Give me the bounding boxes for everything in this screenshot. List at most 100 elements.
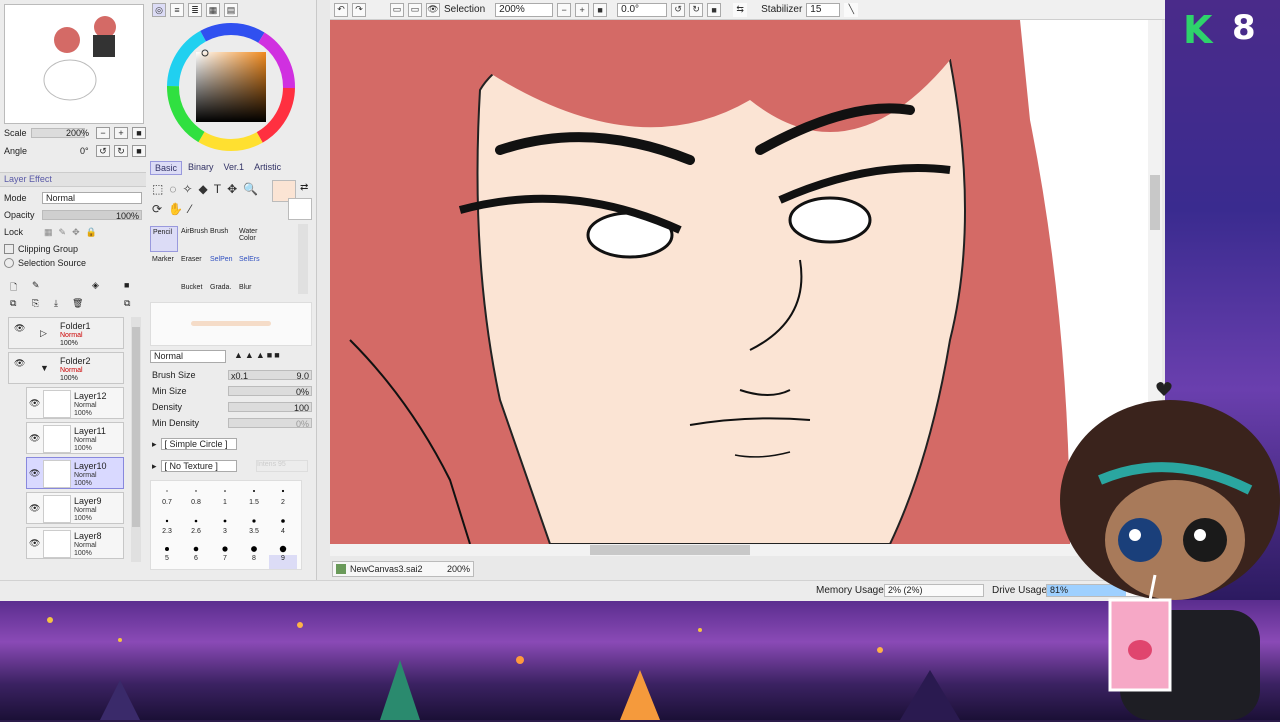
- new-folder-icon[interactable]: ⧉: [10, 298, 16, 309]
- palette-mode-icon[interactable]: ▦: [206, 3, 220, 17]
- text-tool-icon[interactable]: T: [214, 182, 221, 196]
- zoom-select[interactable]: 200%: [495, 2, 554, 17]
- visibility-eye-icon[interactable]: 👁: [29, 398, 40, 409]
- density-slider[interactable]: 100: [228, 402, 312, 413]
- magic-wand-icon[interactable]: ✧: [182, 182, 192, 196]
- tab-basic[interactable]: Basic: [150, 161, 183, 175]
- selection-source-radio[interactable]: [4, 258, 14, 268]
- tool-selpen[interactable]: SelPen: [208, 254, 236, 280]
- canvas-horizontal-scrollbar[interactable]: [330, 544, 1152, 556]
- brush-shape-icon[interactable]: ▲: [234, 350, 243, 360]
- bucket-select-icon[interactable]: ◆: [199, 182, 208, 196]
- eyedropper-icon[interactable]: ⁄: [189, 202, 191, 216]
- tool-airbrush[interactable]: AirBrush: [179, 226, 208, 252]
- visibility-eye-icon[interactable]: 👁: [14, 323, 25, 334]
- rotate-cw-button[interactable]: ↻: [689, 2, 704, 17]
- lock-move-icon[interactable]: ✥: [72, 227, 80, 238]
- delete-layer-icon[interactable]: 🗑: [72, 298, 83, 309]
- zoom-out-button[interactable]: −: [96, 127, 110, 139]
- folder-collapsed-arrow-icon[interactable]: ▷: [40, 328, 47, 339]
- layer-item[interactable]: 👁 Layer12 Normal 100%: [26, 387, 124, 419]
- drawing-canvas[interactable]: [330, 20, 1152, 544]
- layer-item[interactable]: 👁 Layer8 Normal 100%: [26, 527, 124, 559]
- tool-selers[interactable]: SelErs: [237, 254, 265, 280]
- texture-strength[interactable]: Intens 95: [256, 460, 308, 472]
- copy-layer-icon[interactable]: ⎘: [32, 298, 39, 309]
- document-tab[interactable]: NewCanvas3.sai2 200%: [332, 561, 474, 577]
- rotate-left-button[interactable]: ↺: [96, 145, 110, 157]
- redo-button[interactable]: ↷: [352, 2, 366, 17]
- lasso-select-icon[interactable]: ◌: [169, 182, 176, 196]
- stabilizer-select[interactable]: 15: [806, 2, 841, 17]
- folder-expanded-arrow-icon[interactable]: ▼: [40, 363, 49, 373]
- brush-shape-icon[interactable]: ■: [274, 350, 279, 360]
- layer-options-icon[interactable]: ⧉: [124, 298, 130, 309]
- tools-scrollbar[interactable]: [298, 224, 308, 294]
- color-wheel[interactable]: [164, 20, 298, 154]
- flip-horizontal-icon[interactable]: ⇆: [733, 2, 748, 17]
- straight-line-icon[interactable]: ╲: [844, 2, 859, 17]
- new-layer-icon[interactable]: 🗋: [10, 280, 17, 296]
- swap-colors-icon[interactable]: ⇄: [300, 182, 308, 193]
- rotation-select[interactable]: 0.0°: [617, 2, 668, 17]
- layer-item[interactable]: 👁 Layer11 Normal 100%: [26, 422, 124, 454]
- layer-item[interactable]: 👁 Layer9 Normal 100%: [26, 492, 124, 524]
- rotate-ccw-button[interactable]: ↺: [671, 2, 686, 17]
- visibility-eye-icon[interactable]: 👁: [29, 538, 40, 549]
- secondary-color-swatch[interactable]: [288, 198, 312, 220]
- lock-paint-icon[interactable]: ✎: [59, 227, 67, 238]
- tab-ver1[interactable]: Ver.1: [220, 161, 249, 175]
- undo-button[interactable]: ↶: [334, 2, 348, 17]
- zoom-reset-button[interactable]: ■: [132, 127, 146, 139]
- hand-tool-icon[interactable]: ✋: [168, 202, 183, 216]
- layers-scrollbar[interactable]: [131, 317, 141, 562]
- tool-brush[interactable]: Brush: [208, 226, 236, 252]
- layer-settings-icon[interactable]: ■: [124, 280, 129, 290]
- layer-folder[interactable]: 👁 ▼ Folder2 Normal 100%: [8, 352, 124, 384]
- layer-mask-icon[interactable]: ◈: [92, 280, 99, 291]
- rotate-tool-icon[interactable]: ⟳: [152, 202, 162, 216]
- brush-shape-icon[interactable]: ■: [267, 350, 272, 360]
- rect-select-icon[interactable]: ⬚: [152, 182, 163, 196]
- brush-size-slider[interactable]: x0.1 9.0: [228, 370, 312, 381]
- brush-shape-icon[interactable]: ▲: [256, 350, 265, 360]
- deselect-button[interactable]: ▭: [390, 2, 404, 17]
- expand-texture-icon[interactable]: ▸: [152, 461, 157, 472]
- clipping-group-checkbox[interactable]: [4, 244, 14, 254]
- visibility-eye-icon[interactable]: 👁: [14, 358, 25, 369]
- layer-folder[interactable]: 👁 ▷ Folder1 Normal 100%: [8, 317, 124, 349]
- zoom-in-button[interactable]: +: [114, 127, 128, 139]
- visibility-eye-icon[interactable]: 👁: [29, 468, 40, 479]
- color-wheel-mode-icon[interactable]: ◎: [152, 3, 166, 17]
- visibility-eye-icon[interactable]: 👁: [29, 503, 40, 514]
- tab-artistic[interactable]: Artistic: [250, 161, 285, 175]
- min-density-slider[interactable]: 0%: [228, 418, 312, 429]
- rotate-right-button[interactable]: ↻: [114, 145, 128, 157]
- hsv-slider-mode-icon[interactable]: ≣: [188, 3, 202, 17]
- opacity-slider[interactable]: 100%: [42, 210, 142, 221]
- min-size-slider[interactable]: 0%: [228, 386, 312, 397]
- zoom-fit-button[interactable]: ■: [593, 2, 608, 17]
- merge-layer-icon[interactable]: ⤓: [54, 298, 58, 309]
- rotate-reset-toolbar-button[interactable]: ■: [707, 2, 722, 17]
- layer-item-selected[interactable]: 👁 Layer10 Normal 100%: [26, 457, 124, 489]
- brush-texture-select[interactable]: [ No Texture ]: [160, 460, 237, 472]
- layer-effect-header[interactable]: Layer Effect: [0, 172, 146, 187]
- visibility-eye-icon[interactable]: 👁: [29, 433, 40, 444]
- rgb-slider-mode-icon[interactable]: ≡: [170, 3, 184, 17]
- brush-blend-mode-select[interactable]: Normal: [150, 350, 226, 363]
- lock-transparency-icon[interactable]: ▦: [44, 227, 53, 238]
- brush-shape-select[interactable]: [ Simple Circle ]: [160, 438, 237, 450]
- show-selection-button[interactable]: 👁: [426, 2, 440, 17]
- tool-eraser[interactable]: Eraser: [179, 254, 207, 280]
- brush-shape-icon[interactable]: ▲: [245, 350, 254, 360]
- scratchpad-mode-icon[interactable]: ▤: [224, 3, 238, 17]
- move-tool-icon[interactable]: ✥: [227, 182, 237, 196]
- lock-all-icon[interactable]: 🔒: [86, 227, 97, 238]
- zoom-out-toolbar-button[interactable]: −: [557, 2, 572, 17]
- new-linework-icon[interactable]: ✎: [32, 280, 40, 291]
- tab-binary[interactable]: Binary: [184, 161, 218, 175]
- invert-selection-button[interactable]: ▭: [408, 2, 422, 17]
- zoom-in-toolbar-button[interactable]: +: [575, 2, 590, 17]
- tool-watercolor[interactable]: Water Color: [237, 226, 265, 252]
